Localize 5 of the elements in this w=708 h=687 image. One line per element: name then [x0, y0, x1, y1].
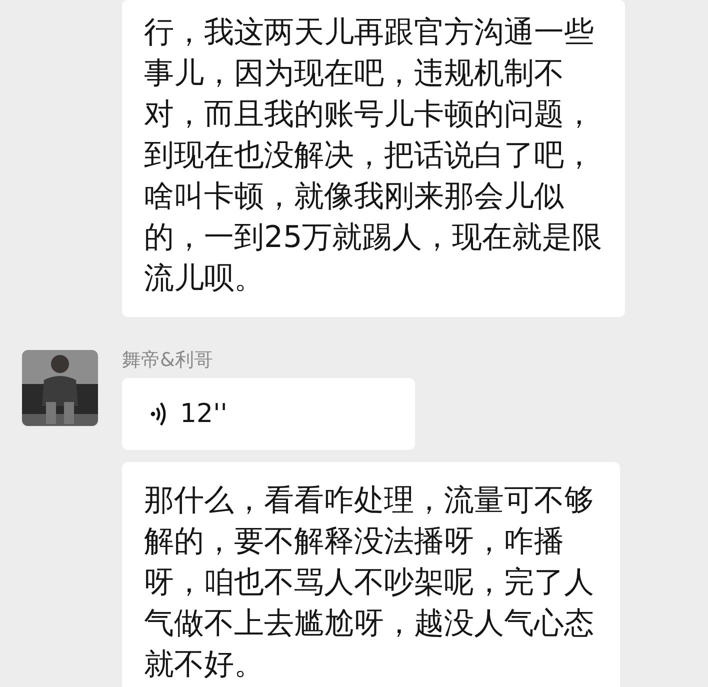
message-bubble: 行，我这两天儿再跟官方沟通一些事儿，因为现在吧，违规机制不对，而且我的账号儿卡顿的问题，到现在也没解决，把话说白了吧，啥叫卡顿，就像我刚来那会儿似的，一到25万就踢人，现在就是限流儿呗。 — [122, 0, 625, 317]
voice-message[interactable]: 12'' — [122, 378, 415, 450]
sender-name: 舞帝&利哥 — [122, 350, 214, 370]
voice-wave-icon — [150, 401, 166, 427]
message-bubble: 那什么，看看咋处理，流量可不够解的，要不解释没法播呀，咋播呀，咱也不骂人不吵架呢，完了人气做不上去尴尬呀，越没人气心态就不好。 — [122, 462, 620, 687]
